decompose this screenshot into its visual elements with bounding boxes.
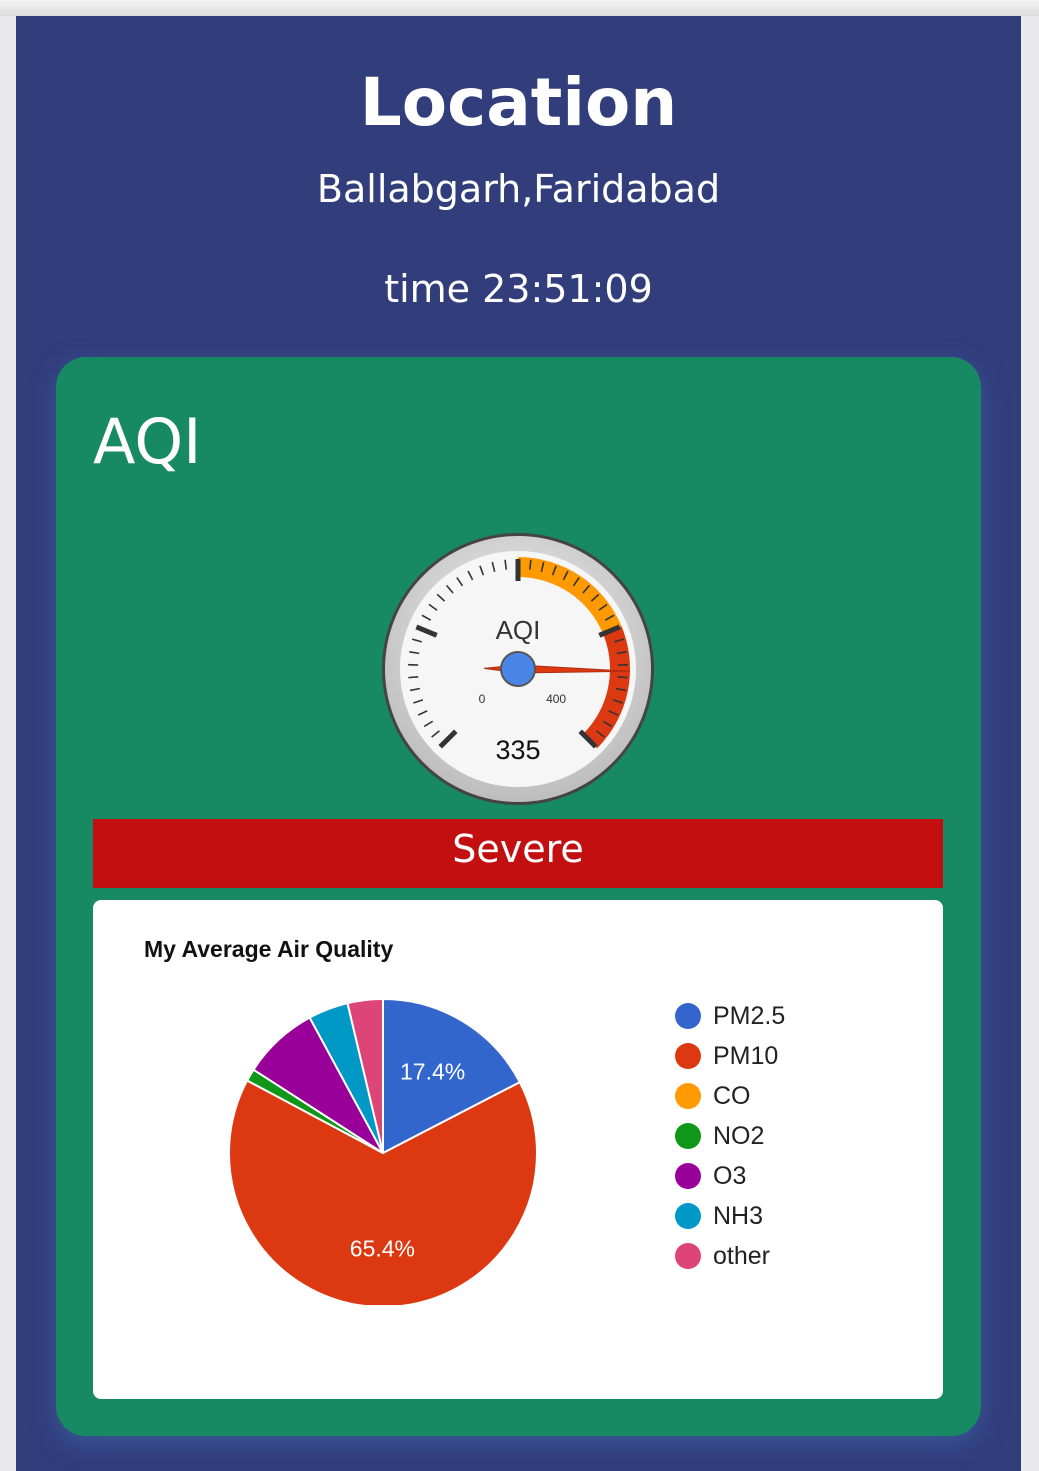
legend-item-o3: O3	[675, 1156, 785, 1196]
aqi-gauge: AQI 0 400 335	[382, 533, 654, 805]
legend-item-no2: NO2	[675, 1116, 785, 1156]
legend-swatch	[675, 1203, 701, 1229]
legend-swatch	[675, 1003, 701, 1029]
chart-legend: PM2.5 PM10 CO NO2 O3 NH3 other	[675, 996, 785, 1276]
pie-slice-label: 17.4%	[400, 1058, 465, 1084]
legend-label: NO2	[713, 1121, 765, 1150]
air-quality-pie-chart: 17.4% 65.4%	[228, 997, 538, 1305]
legend-swatch	[675, 1083, 701, 1109]
location-time: time 23:51:09	[384, 267, 653, 311]
gauge-min-label: 0	[479, 692, 486, 706]
gauge-minor-tick	[617, 676, 628, 679]
aqi-card-title: AQI	[93, 405, 202, 478]
legend-label: O3	[713, 1161, 747, 1190]
aqi-card: AQI AQI 0 400 335 Severe My Average Air Qua…	[56, 357, 981, 1436]
gauge-minor-tick	[408, 676, 419, 679]
legend-item-pm10: PM10	[675, 1036, 785, 1076]
legend-label: PM2.5	[713, 1001, 786, 1030]
chart-title: My Average Air Quality	[144, 936, 394, 962]
aqi-status-bar: Severe	[93, 819, 943, 888]
pie-slice-label: 65.4%	[350, 1235, 415, 1261]
location-name: Ballabgarh,Faridabad	[316, 167, 721, 211]
location-heading: Location	[359, 64, 678, 141]
legend-label: NH3	[713, 1201, 764, 1230]
page-frame: Location Ballabgarh,Faridabad time 23:51…	[16, 16, 1021, 1471]
air-quality-chart-panel: My Average Air Quality 17.4% 65.4% PM2.5 P…	[93, 900, 943, 1399]
legend-swatch	[675, 1043, 701, 1069]
legend-swatch	[675, 1123, 701, 1149]
legend-item-nh3: NH3	[675, 1196, 785, 1236]
legend-label: PM10	[713, 1041, 779, 1070]
legend-swatch	[675, 1163, 701, 1189]
gauge-label: AQI	[496, 615, 541, 645]
gauge-max-label: 400	[546, 692, 566, 706]
legend-item-pm2.5: PM2.5	[675, 996, 785, 1036]
legend-label: other	[713, 1241, 770, 1270]
legend-item-co: CO	[675, 1076, 785, 1116]
gauge-hub	[500, 651, 536, 687]
gauge-value: 335	[495, 735, 540, 765]
legend-item-other: other	[675, 1236, 785, 1276]
legend-swatch	[675, 1243, 701, 1269]
top-shadow-strip	[0, 0, 1039, 16]
legend-label: CO	[713, 1081, 751, 1110]
